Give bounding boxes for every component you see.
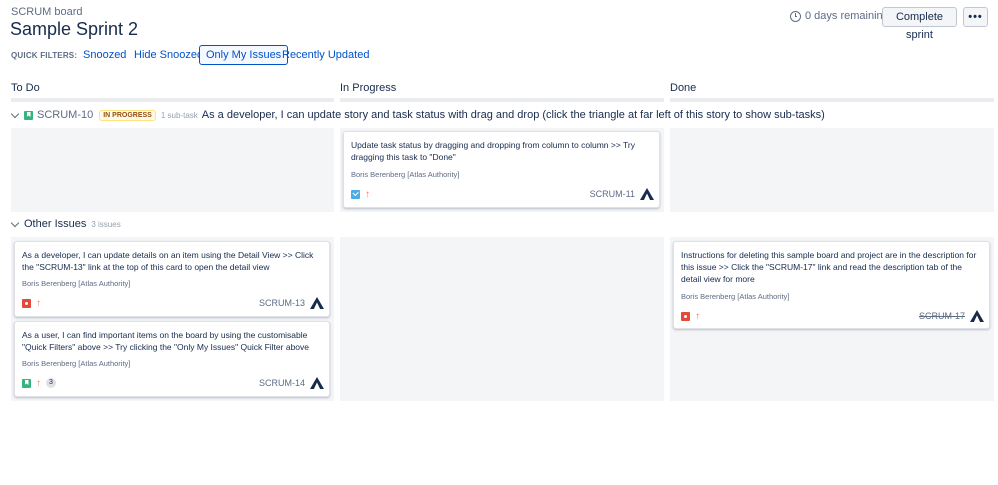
bug-icon bbox=[22, 298, 31, 308]
chevron-down-icon[interactable] bbox=[10, 218, 20, 227]
card-summary: Update task status by dragging and dropp… bbox=[351, 140, 635, 162]
card-summary: Instructions for deleting this sample bo… bbox=[681, 250, 977, 284]
story-icon bbox=[24, 110, 33, 120]
priority-high-icon: ↑ bbox=[36, 377, 41, 389]
story-icon bbox=[22, 378, 31, 388]
issue-card-scrum-13[interactable]: As a developer, I can update details on … bbox=[14, 241, 330, 317]
board-type-label: SCRUM board bbox=[11, 6, 83, 18]
swimlane-header-scrum-10[interactable]: SCRUM-10 IN PROGRESS 1 sub-task As a dev… bbox=[10, 109, 825, 121]
card-summary: As a user, I can find important items on… bbox=[22, 330, 309, 352]
more-actions-button[interactable]: ••• bbox=[963, 7, 988, 27]
column-header-done: Done bbox=[670, 82, 697, 94]
quick-filter-snoozed[interactable]: Snoozed bbox=[76, 45, 133, 65]
column-header-todo: To Do bbox=[11, 82, 40, 94]
card-key-link[interactable]: SCRUM-17 bbox=[919, 311, 965, 321]
card-key-link[interactable]: SCRUM-13 bbox=[259, 298, 305, 308]
issue-card-scrum-17[interactable]: Instructions for deleting this sample bo… bbox=[673, 241, 990, 329]
card-footer: ↑ SCRUM-11 bbox=[351, 188, 654, 200]
subtask-count-badge: 3 bbox=[46, 378, 56, 388]
swimlane-title: Other Issues bbox=[24, 218, 87, 230]
swimlane-summary: As a developer, I can update story and t… bbox=[201, 109, 825, 121]
avatar bbox=[970, 310, 984, 322]
card-assignee: Boris Berenberg [Atlas Authority] bbox=[351, 170, 460, 179]
clock-icon bbox=[790, 10, 801, 22]
complete-sprint-button[interactable]: Complete sprint bbox=[882, 7, 957, 41]
task-icon bbox=[351, 189, 360, 199]
avatar bbox=[310, 377, 324, 389]
card-footer: ↑ SCRUM-13 bbox=[22, 297, 324, 309]
column-divider bbox=[670, 98, 994, 102]
chevron-down-icon[interactable] bbox=[10, 109, 20, 118]
column-in-progress-cell bbox=[340, 237, 664, 401]
priority-high-icon: ↑ bbox=[365, 188, 370, 200]
swimlane-header-other-issues[interactable]: Other Issues 3 issues bbox=[10, 218, 125, 230]
card-footer: ↑ SCRUM-17 bbox=[681, 310, 984, 322]
card-assignee: Boris Berenberg [Atlas Authority] bbox=[681, 292, 790, 301]
sprint-remaining: 0 days remaining bbox=[790, 10, 889, 22]
card-summary: As a developer, I can update details on … bbox=[22, 250, 314, 272]
card-key-link[interactable]: SCRUM-11 bbox=[590, 189, 635, 199]
column-done-cell bbox=[670, 128, 994, 212]
status-badge: IN PROGRESS bbox=[99, 109, 156, 121]
column-divider bbox=[11, 98, 334, 102]
quick-filter-hide-snoozed[interactable]: Hide Snoozed bbox=[127, 45, 210, 65]
priority-high-icon: ↑ bbox=[695, 310, 700, 322]
card-footer: ↑ 3 SCRUM-14 bbox=[22, 377, 324, 389]
column-header-in-progress: In Progress bbox=[340, 82, 397, 94]
card-assignee: Boris Berenberg [Atlas Authority] bbox=[22, 359, 131, 368]
issue-card-scrum-14[interactable]: As a user, I can find important items on… bbox=[14, 321, 330, 397]
quick-filter-recently-updated[interactable]: Recently Updated bbox=[275, 45, 376, 65]
issue-count: 3 issues bbox=[91, 219, 121, 229]
priority-high-icon: ↑ bbox=[36, 297, 41, 309]
card-key-link[interactable]: SCRUM-14 bbox=[259, 378, 305, 388]
issue-key-link[interactable]: SCRUM-10 bbox=[37, 109, 93, 121]
subtask-count: 1 sub-task bbox=[160, 110, 198, 120]
column-divider bbox=[340, 98, 664, 102]
quick-filters-label: QUICK FILTERS: bbox=[11, 51, 78, 60]
sprint-title: Sample Sprint 2 bbox=[10, 19, 139, 39]
bug-icon bbox=[681, 311, 690, 321]
avatar bbox=[640, 188, 654, 200]
avatar bbox=[310, 297, 324, 309]
remaining-text: 0 days remaining bbox=[805, 10, 889, 22]
issue-card-scrum-11[interactable]: Update task status by dragging and dropp… bbox=[343, 131, 660, 208]
column-todo-cell bbox=[11, 128, 334, 212]
card-assignee: Boris Berenberg [Atlas Authority] bbox=[22, 279, 131, 288]
